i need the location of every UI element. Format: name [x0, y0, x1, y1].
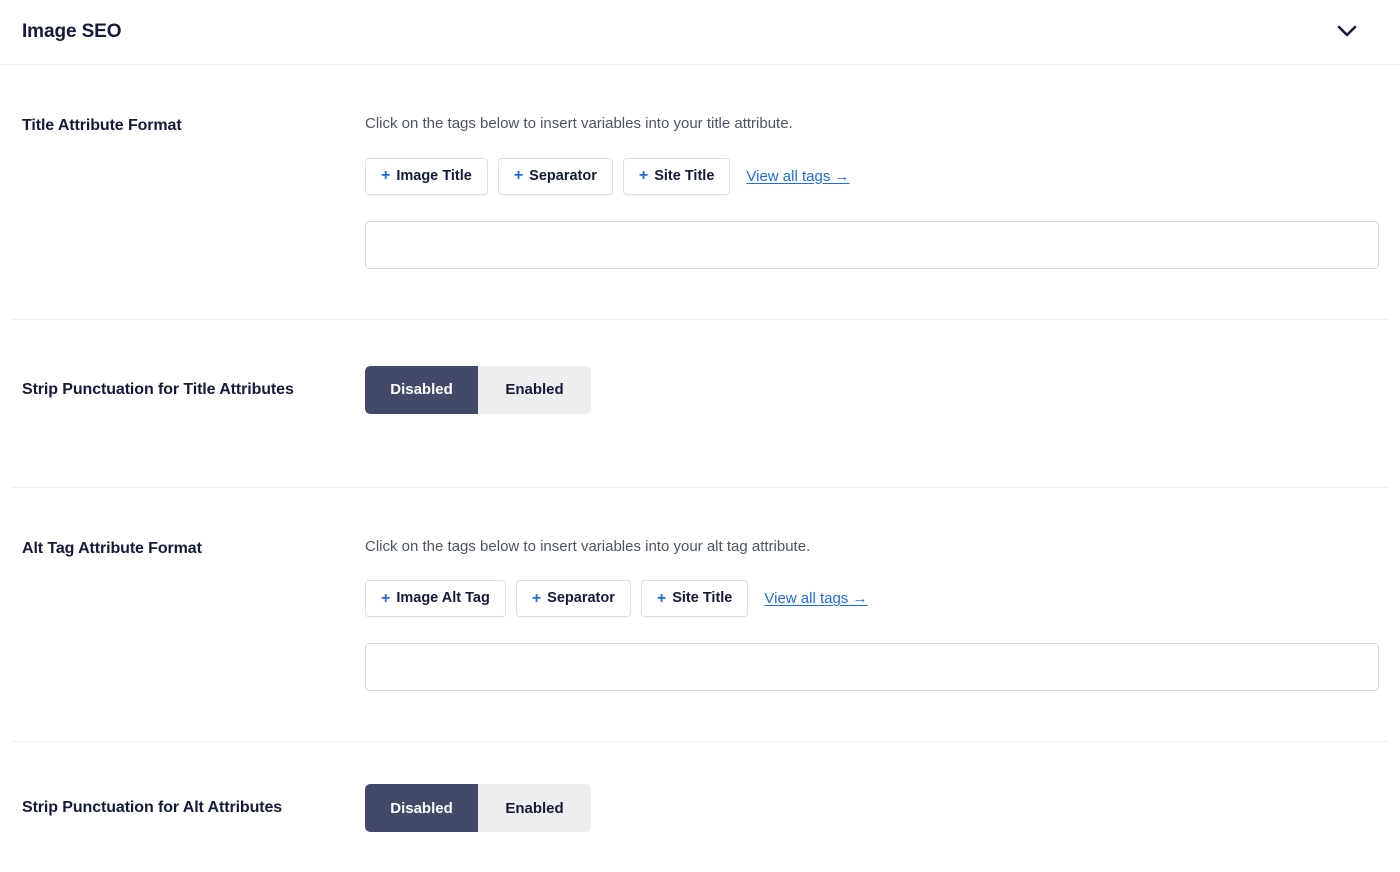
- collapse-panel-button[interactable]: [1330, 15, 1364, 49]
- row-strip-punctuation-alt: Strip Punctuation for Alt Attributes Dis…: [0, 742, 1400, 872]
- tag-button-separator[interactable]: + Separator: [515, 580, 631, 617]
- tag-button-label: Image Alt Tag: [396, 590, 490, 607]
- row-content-column: Click on the tags below to insert variab…: [365, 536, 1379, 691]
- view-all-tags-link-title[interactable]: View all tags →: [746, 168, 849, 185]
- tag-button-label: Image Title: [396, 167, 472, 184]
- tag-button-site-title[interactable]: + Site Title: [640, 580, 749, 617]
- label-title-attribute-format: Title Attribute Format: [22, 117, 182, 134]
- tag-buttons-alt: + Image Alt Tag + Separator + Site Title…: [365, 580, 1378, 617]
- toggle-group-strip-punctuation-alt: Disabled Enabled: [365, 784, 591, 832]
- tag-button-label: Separator: [547, 590, 615, 607]
- toggle-group-strip-punctuation-title: Disabled Enabled: [365, 365, 591, 414]
- page-title: Image SEO: [22, 21, 122, 42]
- row-content-column: Disabled Enabled: [365, 365, 1378, 414]
- tag-button-image-title[interactable]: + Image Title: [365, 157, 488, 195]
- description-title-attribute-format: Click on the tags below to insert variab…: [365, 115, 793, 132]
- row-content-column: Click on the tags below to insert variab…: [365, 113, 1379, 269]
- tag-button-label: Separator: [529, 167, 597, 184]
- chevron-down-icon: [1337, 25, 1357, 40]
- plus-icon: +: [656, 589, 667, 607]
- row-title-attribute-format: Title Attribute Format Click on the tags…: [0, 65, 1400, 319]
- panel-header: Image SEO: [0, 0, 1400, 65]
- toggle-option-disabled[interactable]: Disabled: [365, 365, 478, 414]
- row-strip-punctuation-title: Strip Punctuation for Title Attributes D…: [0, 320, 1400, 487]
- tag-button-site-title[interactable]: + Site Title: [622, 157, 731, 195]
- toggle-option-enabled[interactable]: Enabled: [478, 784, 591, 832]
- toggle-option-disabled[interactable]: Disabled: [365, 784, 478, 832]
- plus-icon: +: [531, 589, 542, 607]
- label-strip-punctuation-title: Strip Punctuation for Title Attributes: [22, 380, 294, 398]
- description-alt-tag-attribute-format: Click on the tags below to insert variab…: [365, 537, 811, 555]
- title-attribute-format-input[interactable]: [365, 220, 1379, 269]
- row-label-column: Strip Punctuation for Title Attributes: [22, 366, 365, 414]
- label-strip-punctuation-alt: Strip Punctuation for Alt Attributes: [22, 799, 283, 817]
- tag-button-image-alt-tag[interactable]: + Image Alt Tag: [365, 580, 506, 617]
- tag-button-separator[interactable]: + Separator: [497, 157, 613, 195]
- plus-icon: +: [638, 167, 649, 184]
- toggle-option-enabled[interactable]: Enabled: [478, 365, 591, 414]
- row-alt-tag-attribute-format: Alt Tag Attribute Format Click on the ta…: [0, 488, 1400, 742]
- row-label-column: Strip Punctuation for Alt Attributes: [22, 784, 365, 832]
- view-all-tags-link-alt[interactable]: View all tags →: [764, 590, 867, 607]
- plus-icon: +: [381, 167, 391, 184]
- plus-icon: +: [381, 589, 391, 607]
- image-seo-panel: Image SEO Title Attribute Format Click o…: [0, 0, 1400, 872]
- plus-icon: +: [513, 167, 524, 184]
- row-label-column: Title Attribute Format: [22, 113, 365, 137]
- tag-button-label: Site Title: [654, 167, 715, 184]
- label-alt-tag-attribute-format: Alt Tag Attribute Format: [22, 539, 202, 557]
- tag-buttons-title: + Image Title + Separator + Site Title V…: [365, 157, 1378, 195]
- alt-tag-attribute-format-input[interactable]: [365, 643, 1379, 691]
- row-content-column: Disabled Enabled: [365, 784, 1378, 832]
- tag-button-label: Site Title: [672, 590, 733, 607]
- row-label-column: Alt Tag Attribute Format: [22, 536, 365, 560]
